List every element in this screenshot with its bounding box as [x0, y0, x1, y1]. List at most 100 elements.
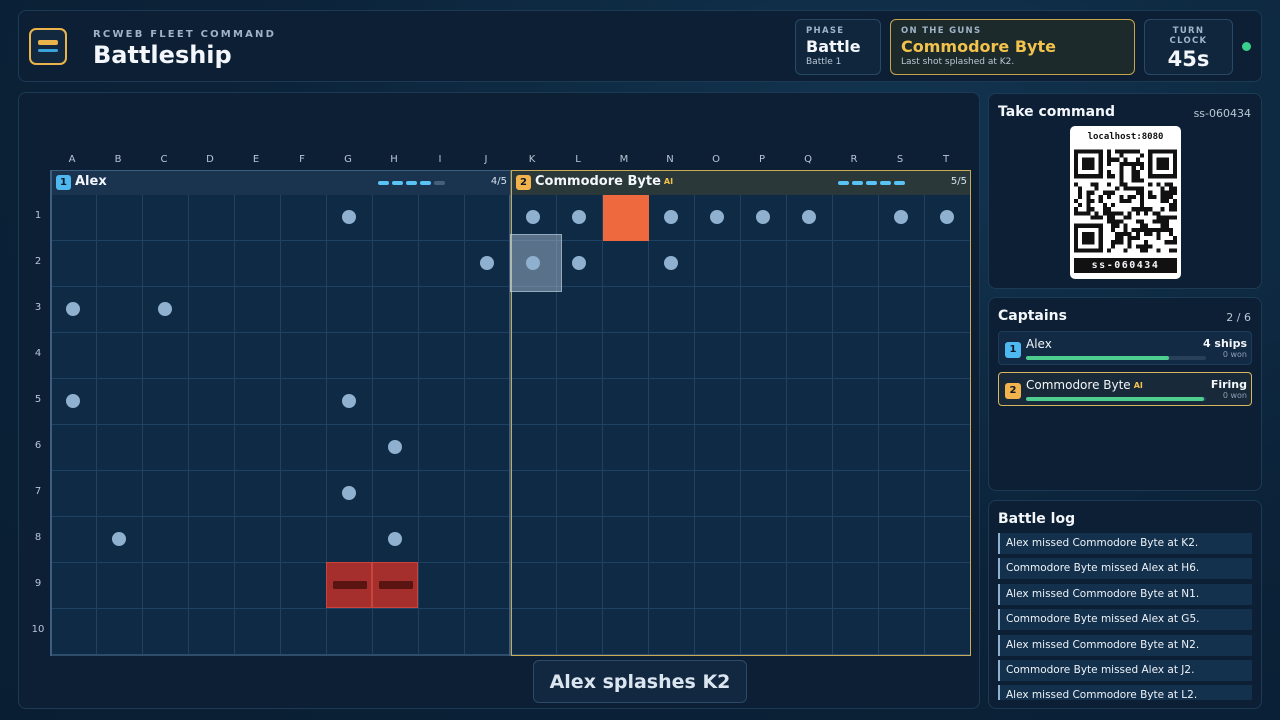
phase-box: PHASE Battle Battle 1 — [795, 19, 881, 75]
miss-marker — [664, 256, 678, 270]
miss-marker — [526, 256, 540, 270]
column-label: I — [438, 154, 442, 165]
fleet-logo-icon — [29, 28, 67, 65]
log-entry: Alex missed Commodore Byte at N2. — [998, 634, 1252, 656]
phase-sub: Battle 1 — [806, 57, 842, 67]
column-label: N — [666, 154, 674, 165]
miss-marker — [894, 210, 908, 224]
column-label: B — [114, 154, 122, 165]
ship-pip — [852, 181, 863, 185]
captain-status: 4 ships — [1202, 337, 1247, 350]
game-title: Battleship — [93, 41, 232, 69]
player-number-badge: 2 — [1005, 383, 1021, 399]
column-label: P — [758, 154, 766, 165]
shot-toast: Alex splashes K2 — [533, 660, 747, 703]
ship-pip — [420, 181, 431, 185]
fleet-name: Alex — [75, 174, 107, 189]
miss-marker — [756, 210, 770, 224]
miss-marker — [66, 302, 80, 316]
column-label: L — [575, 154, 581, 165]
ship-pip — [378, 181, 389, 185]
log-entry: Alex missed Commodore Byte at N1. — [998, 583, 1252, 605]
join-panel: Take command ss-060434 localhost:8080 ss… — [988, 93, 1262, 289]
ship-pip — [866, 181, 877, 185]
hit-marker — [603, 195, 649, 241]
miss-marker — [342, 486, 356, 500]
captain-row[interactable]: 1 Alex 4 ships 0 won — [998, 331, 1252, 365]
row-label: 5 — [34, 394, 42, 405]
column-label: J — [484, 154, 488, 165]
clock-value: 45s — [1167, 47, 1210, 71]
column-label: C — [160, 154, 168, 165]
column-label: Q — [804, 154, 812, 165]
ship-pip — [434, 181, 445, 185]
miss-marker — [572, 210, 586, 224]
captain-wins: 0 won — [1222, 350, 1247, 359]
battle-log-list[interactable]: Alex missed Commodore Byte at K2. Commod… — [998, 533, 1252, 700]
qr-card[interactable]: localhost:8080 ss-060434 — [1070, 126, 1181, 279]
phase-label: PHASE — [806, 26, 845, 36]
connection-status-icon — [1242, 42, 1251, 51]
column-label: R — [850, 154, 858, 165]
captain-row-active[interactable]: 2 Commodore Byte AI Firing 0 won — [998, 372, 1252, 406]
miss-marker — [572, 256, 586, 270]
miss-marker — [158, 302, 172, 316]
captain-name: Alex — [1026, 337, 1052, 351]
fleet-header-commodore-byte: 2 Commodore Byte AI 5/5 — [512, 171, 970, 195]
battle-log-title: Battle log — [998, 511, 1076, 527]
guns-label: ON THE GUNS — [901, 26, 982, 36]
column-label: K — [528, 154, 536, 165]
column-label: E — [252, 154, 260, 165]
guns-player: Commodore Byte — [901, 37, 1056, 56]
ai-tag: AI — [663, 177, 674, 186]
column-label: A — [68, 154, 76, 165]
join-code: ss-060434 — [1074, 258, 1177, 273]
fleet-health-bar — [1026, 356, 1206, 360]
row-label: 8 — [34, 532, 42, 543]
column-label: H — [390, 154, 398, 165]
row-label: 4 — [34, 348, 42, 359]
commodore-byte-waters — [511, 170, 971, 656]
column-label: F — [299, 154, 305, 165]
miss-marker — [66, 394, 80, 408]
row-label: 7 — [34, 486, 42, 497]
ai-tag: AI — [1133, 381, 1143, 390]
turn-clock-box: TURN CLOCK 45s — [1144, 19, 1233, 75]
sunk-ship-segment — [372, 562, 418, 608]
column-label: O — [712, 154, 720, 165]
last-shot-text: Last shot splashed at K2. — [901, 57, 1015, 67]
log-entry: Commodore Byte missed Alex at J2. — [998, 659, 1252, 681]
log-entry: Alex missed Commodore Byte at K2. — [998, 533, 1252, 554]
brand-subtitle: RCWEB FLEET COMMAND — [93, 29, 277, 40]
captain-wins: 0 won — [1222, 391, 1247, 400]
ship-pip — [392, 181, 403, 185]
ship-pip — [838, 181, 849, 185]
room-id: ss-060434 — [1193, 107, 1251, 120]
captains-count: 2 / 6 — [1226, 311, 1251, 324]
column-label: S — [896, 154, 904, 165]
column-label: D — [206, 154, 214, 165]
player-number-badge: 1 — [1005, 342, 1021, 358]
fleet-header-alex: 1 Alex 4/5 — [52, 171, 510, 195]
captain-name: Commodore Byte AI — [1026, 378, 1143, 392]
fleet-health-bar — [1026, 397, 1206, 401]
miss-marker — [342, 210, 356, 224]
miss-marker — [388, 440, 402, 454]
alex-waters — [50, 170, 511, 656]
fleet-name: Commodore Byte AI — [535, 174, 674, 189]
row-label: 10 — [31, 624, 45, 635]
column-label: G — [344, 154, 352, 165]
captains-title: Captains — [998, 308, 1067, 324]
captains-panel: Captains 2 / 6 1 Alex 4 ships 0 won 2 Co… — [988, 297, 1262, 491]
miss-marker — [388, 532, 402, 546]
phase-value: Battle — [806, 37, 861, 56]
row-label: 2 — [34, 256, 42, 267]
log-entry: Commodore Byte missed Alex at H6. — [998, 558, 1252, 580]
join-title: Take command — [998, 104, 1116, 120]
sunk-ship-segment — [326, 562, 372, 608]
fleet-count: 4/5 — [490, 176, 507, 187]
column-label: T — [942, 154, 950, 165]
qr-code-icon — [1074, 149, 1177, 253]
miss-marker — [112, 532, 126, 546]
ship-pip — [894, 181, 905, 185]
